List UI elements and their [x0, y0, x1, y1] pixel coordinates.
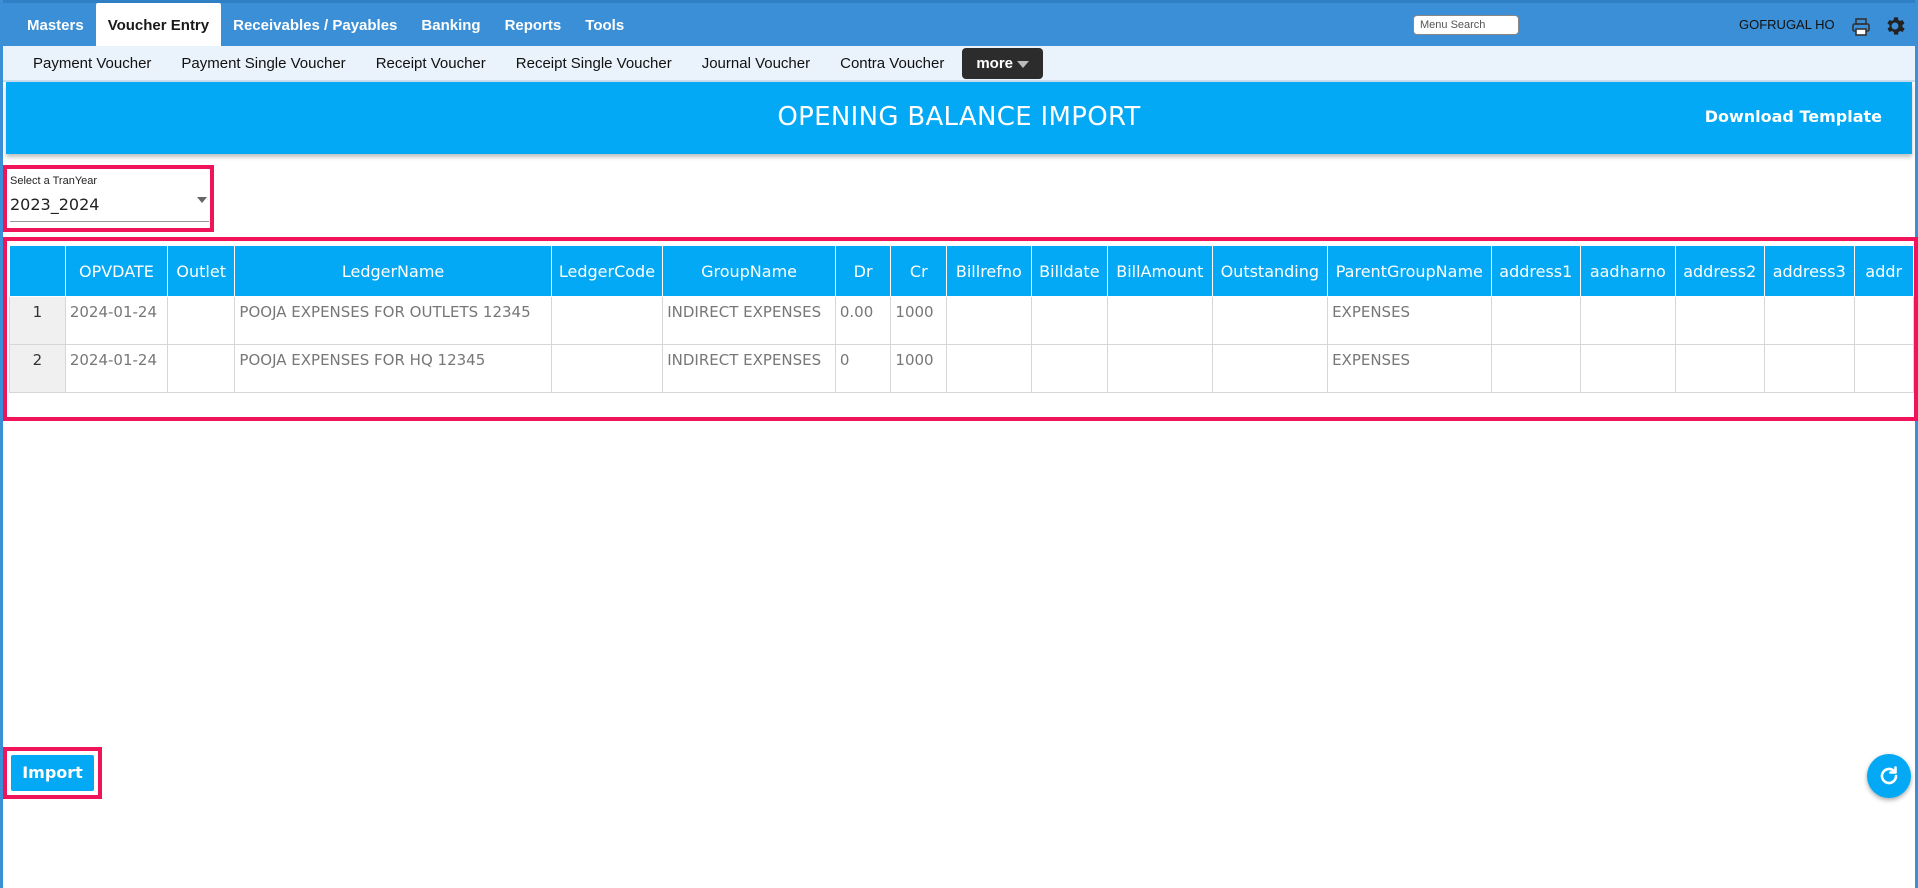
- grid-cell[interactable]: [1853, 344, 1914, 393]
- menu-masters[interactable]: Masters: [15, 3, 96, 49]
- gear-icon[interactable]: [1883, 14, 1907, 38]
- column-header-parentgroupname[interactable]: ParentGroupName: [1327, 245, 1492, 297]
- grid-cell[interactable]: [1490, 296, 1582, 345]
- table-row[interactable]: 1 2024-01-24 POOJA EXPENSES FOR OUTLETS 12…: [9, 296, 1914, 345]
- menu-voucher-entry[interactable]: Voucher Entry: [95, 3, 222, 49]
- import-data-grid: OPVDATE Outlet LedgerName LedgerCode Gro…: [9, 245, 1914, 393]
- subnav-receipt-single-voucher[interactable]: Receipt Single Voucher: [501, 55, 687, 72]
- user-name: GOFRUGAL HO: [1739, 17, 1835, 32]
- menu-banking[interactable]: Banking: [409, 3, 492, 49]
- import-grid-container: OPVDATE Outlet LedgerName LedgerCode Gro…: [3, 237, 1918, 421]
- grid-cell[interactable]: [1490, 344, 1582, 393]
- grid-cell[interactable]: [1030, 296, 1109, 345]
- voucher-subnav: Payment Voucher Payment Single Voucher R…: [3, 46, 1915, 82]
- column-header-address1[interactable]: address1: [1490, 245, 1582, 297]
- column-header-dr[interactable]: Dr: [834, 245, 892, 297]
- grid-cell[interactable]: 2024-01-24: [64, 344, 168, 393]
- column-header-outlet[interactable]: Outlet: [166, 245, 236, 297]
- column-header-billdate[interactable]: Billdate: [1030, 245, 1109, 297]
- grid-cell[interactable]: 0: [834, 344, 892, 393]
- top-nav-bar: Masters Voucher Entry Receivables / Paya…: [3, 0, 1915, 49]
- more-button[interactable]: more: [962, 47, 1044, 79]
- grid-header-row: OPVDATE Outlet LedgerName LedgerCode Gro…: [9, 245, 1914, 297]
- grid-cell[interactable]: [550, 296, 664, 345]
- subnav-journal-voucher[interactable]: Journal Voucher: [687, 55, 825, 72]
- grid-cell[interactable]: 1000: [890, 296, 948, 345]
- dropdown-caret-icon[interactable]: [197, 197, 207, 203]
- column-header-outstanding[interactable]: Outstanding: [1211, 245, 1329, 297]
- grid-cell[interactable]: [1211, 344, 1329, 393]
- column-header-cr[interactable]: Cr: [890, 245, 948, 297]
- main-menu: Masters Voucher Entry Receivables / Paya…: [15, 3, 636, 49]
- grid-cell[interactable]: [1107, 344, 1213, 393]
- more-label: more: [976, 54, 1014, 72]
- grid-cell[interactable]: [1764, 344, 1855, 393]
- column-header-rownum: [9, 245, 66, 297]
- download-template-link[interactable]: Download Template: [1705, 107, 1882, 126]
- grid-cell[interactable]: [550, 344, 664, 393]
- tranyear-select[interactable]: Select a TranYear 2023_2024: [3, 165, 214, 232]
- import-button[interactable]: Import: [11, 755, 94, 791]
- menu-receivables-payables[interactable]: Receivables / Payables: [221, 3, 409, 49]
- import-highlight: Import: [3, 747, 102, 799]
- grid-cell[interactable]: 2024-01-24: [64, 296, 168, 345]
- refresh-button[interactable]: [1867, 754, 1911, 798]
- row-number-cell: 1: [9, 296, 66, 345]
- column-header-opvdate[interactable]: OPVDATE: [64, 245, 168, 297]
- grid-cell[interactable]: [1674, 296, 1765, 345]
- column-header-aadharno[interactable]: aadharno: [1580, 245, 1676, 297]
- subnav-receipt-voucher[interactable]: Receipt Voucher: [361, 55, 501, 72]
- column-header-address3[interactable]: address3: [1764, 245, 1855, 297]
- grid-cell[interactable]: [1764, 296, 1855, 345]
- column-header-ledgername[interactable]: LedgerName: [234, 245, 552, 297]
- grid-cell[interactable]: POOJA EXPENSES FOR OUTLETS 12345: [234, 296, 552, 345]
- column-header-address2[interactable]: address2: [1674, 245, 1765, 297]
- grid-cell[interactable]: 0.00: [834, 296, 892, 345]
- grid-cell[interactable]: [166, 296, 236, 345]
- printer-icon[interactable]: [1851, 17, 1871, 37]
- grid-cell[interactable]: EXPENSES: [1327, 296, 1492, 345]
- column-header-ledgercode[interactable]: LedgerCode: [550, 245, 664, 297]
- grid-cell[interactable]: [1580, 296, 1676, 345]
- page-title: OPENING BALANCE IMPORT: [777, 102, 1141, 132]
- row-number-cell: 2: [9, 344, 66, 393]
- grid-cell[interactable]: [1674, 344, 1765, 393]
- grid-cell[interactable]: [166, 344, 236, 393]
- menu-tools[interactable]: Tools: [573, 3, 636, 49]
- table-row[interactable]: 2 2024-01-24 POOJA EXPENSES FOR HQ 12345 IN…: [9, 344, 1914, 393]
- app-window: Masters Voucher Entry Receivables / Paya…: [0, 0, 1918, 888]
- grid-cell[interactable]: [1030, 344, 1109, 393]
- grid-cell[interactable]: INDIRECT EXPENSES: [662, 344, 836, 393]
- column-header-billamount[interactable]: BillAmount: [1107, 245, 1213, 297]
- tranyear-value[interactable]: 2023_2024: [10, 195, 99, 214]
- grid-cell[interactable]: [1107, 296, 1213, 345]
- grid-cell[interactable]: [946, 344, 1032, 393]
- tranyear-label: Select a TranYear: [10, 175, 98, 187]
- subnav-payment-single-voucher[interactable]: Payment Single Voucher: [166, 55, 360, 72]
- select-underline: [10, 221, 209, 222]
- subnav-payment-voucher[interactable]: Payment Voucher: [18, 55, 166, 72]
- grid-cell[interactable]: [1211, 296, 1329, 345]
- grid-cell[interactable]: [1580, 344, 1676, 393]
- menu-reports[interactable]: Reports: [493, 3, 574, 49]
- page-header-banner: OPENING BALANCE IMPORT Download Template: [6, 82, 1912, 154]
- grid-cell[interactable]: [946, 296, 1032, 345]
- grid-cell[interactable]: INDIRECT EXPENSES: [662, 296, 836, 345]
- grid-body: 1 2024-01-24 POOJA EXPENSES FOR OUTLETS 12…: [9, 296, 1914, 393]
- grid-cell[interactable]: 1000: [890, 344, 948, 393]
- refresh-icon: [1880, 766, 1898, 785]
- column-header-addr[interactable]: addr: [1853, 245, 1914, 297]
- column-header-billrefno[interactable]: Billrefno: [946, 245, 1032, 297]
- menu-search-input[interactable]: [1413, 15, 1519, 35]
- grid-cell[interactable]: [1853, 296, 1914, 345]
- column-header-groupname[interactable]: GroupName: [662, 245, 836, 297]
- caret-down-icon: [1017, 60, 1030, 68]
- grid-cell[interactable]: POOJA EXPENSES FOR HQ 12345: [234, 344, 552, 393]
- subnav-contra-voucher[interactable]: Contra Voucher: [825, 55, 959, 72]
- grid-cell[interactable]: EXPENSES: [1327, 344, 1492, 393]
